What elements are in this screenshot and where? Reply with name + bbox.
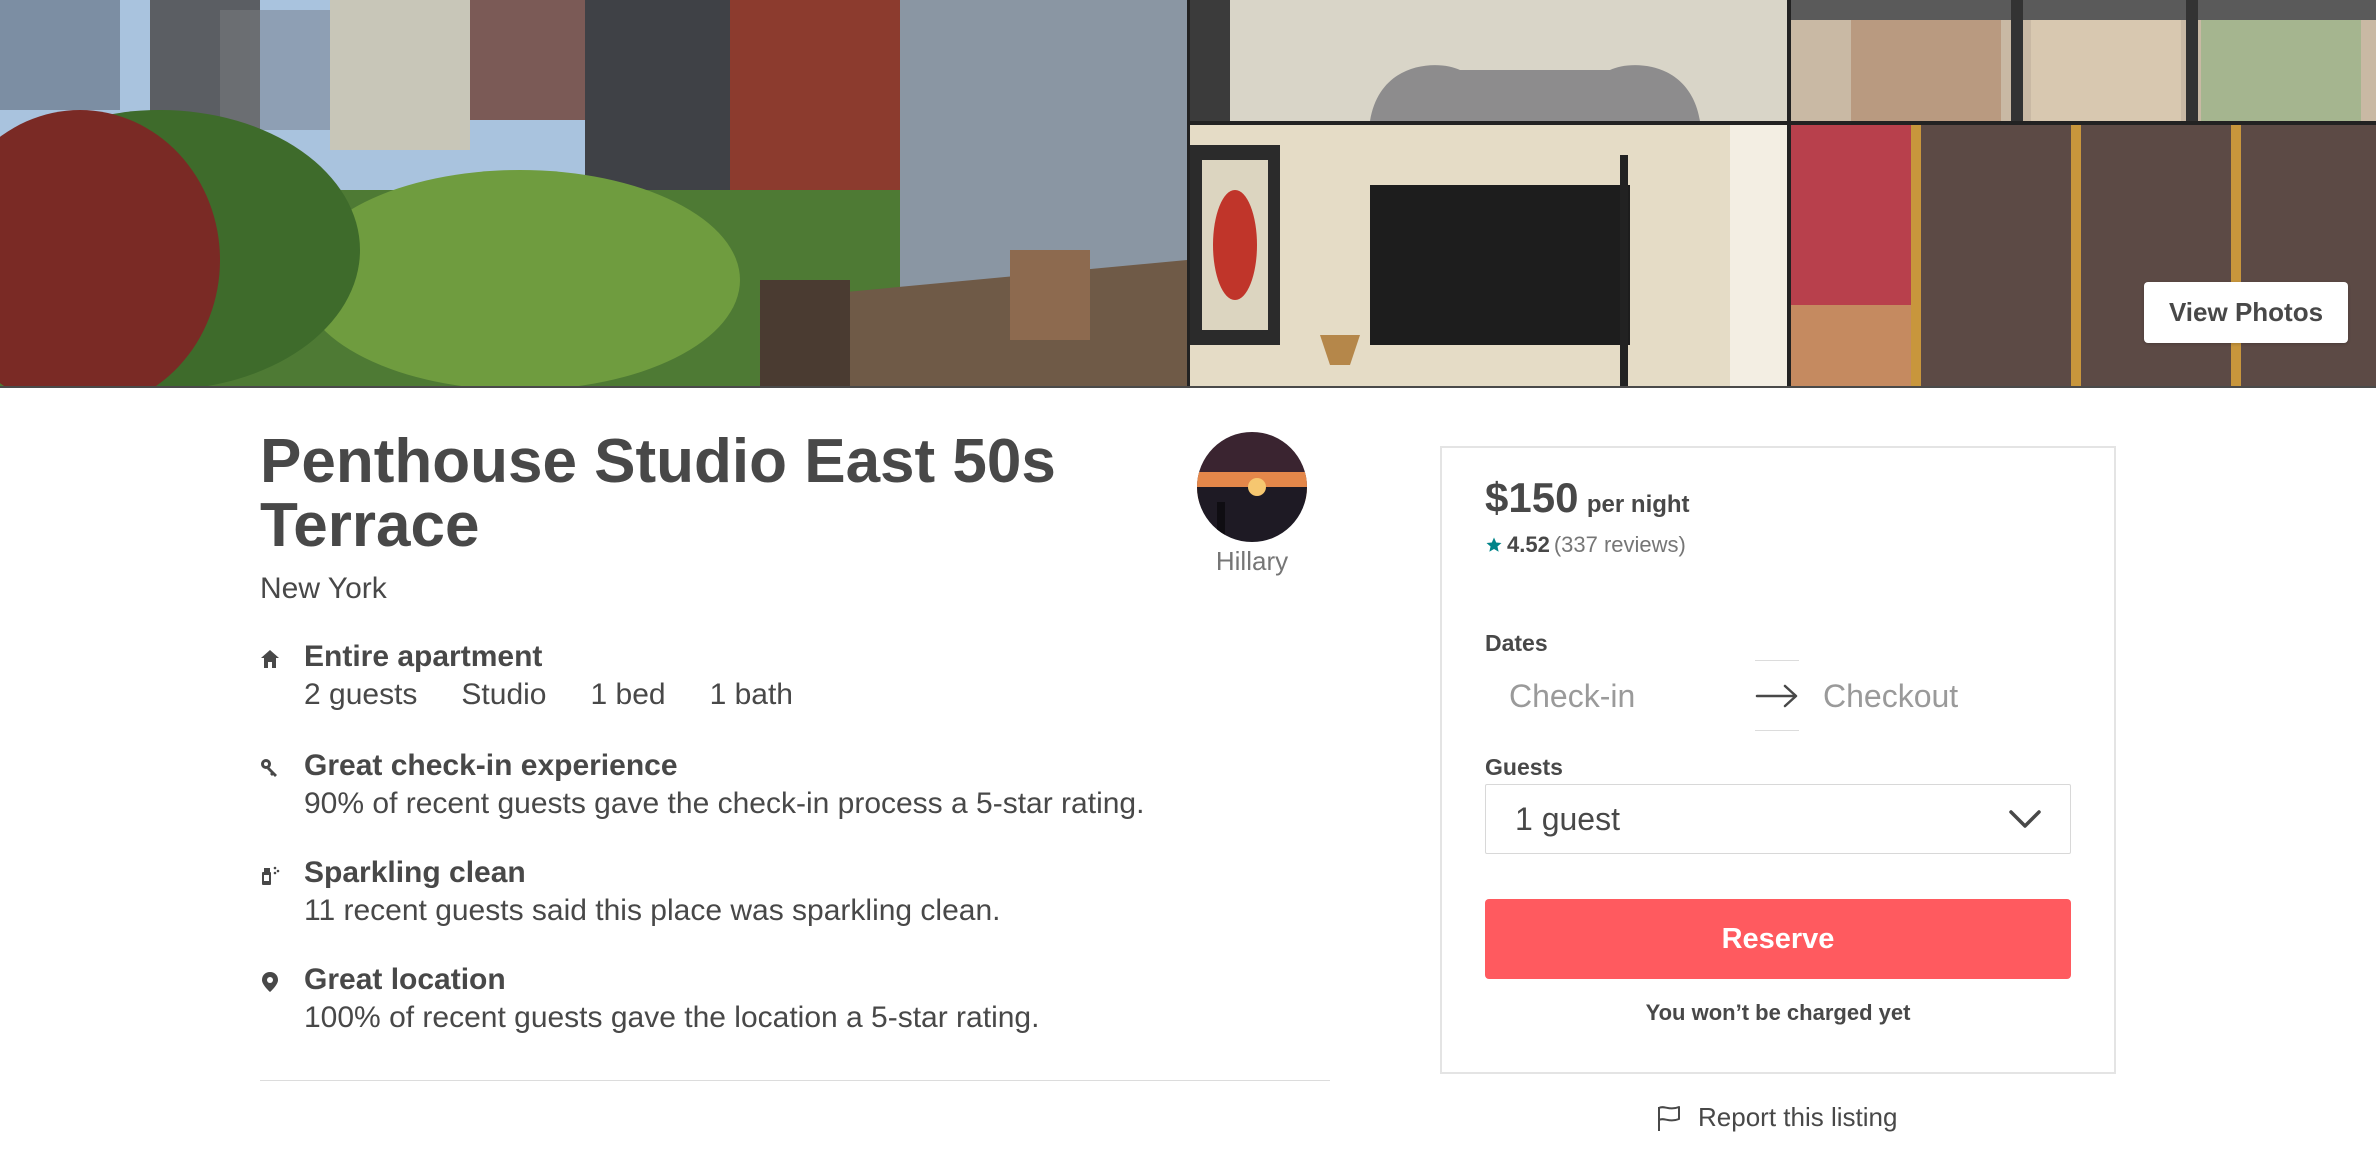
guests-label: Guests	[1485, 754, 1563, 780]
spray-icon	[260, 864, 280, 886]
rating-value: 4.52	[1507, 532, 1550, 557]
photo-tv-wall[interactable]	[1190, 125, 1787, 386]
feature-heading: Great check-in experience	[304, 749, 678, 782]
price-row: $150 per night	[1485, 474, 1690, 522]
feature-description: 90% of recent guests gave the check-in p…	[304, 787, 1145, 820]
date-range-picker	[1485, 660, 2071, 732]
feature-description: 100% of recent guests gave the location …	[304, 1001, 1040, 1034]
spec-beds: 1 bed	[590, 678, 666, 711]
home-icon	[260, 648, 280, 670]
location-pin-icon	[260, 971, 280, 993]
section-divider	[260, 1080, 1330, 1081]
nightly-price: $150	[1485, 474, 1579, 521]
gallery-divider	[0, 386, 2376, 388]
arrow-right-icon	[1755, 684, 1798, 708]
review-count[interactable]: (337 reviews)	[1554, 532, 1686, 558]
flag-icon	[1658, 1105, 1680, 1131]
host-profile[interactable]: Hillary	[1196, 432, 1308, 577]
report-listing-link[interactable]: Report this listing	[1654, 1102, 1897, 1133]
view-photos-button[interactable]: View Photos	[2144, 282, 2348, 343]
date-separator	[1755, 660, 1799, 732]
checkout-input[interactable]	[1823, 668, 2063, 724]
dates-label: Dates	[1485, 630, 1548, 656]
guests-select[interactable]: 1 guest	[1485, 784, 2071, 854]
per-night-label: per night	[1586, 491, 1690, 518]
guests-value: 1 guest	[1515, 801, 1620, 837]
host-name[interactable]: Hillary	[1196, 546, 1308, 577]
photo-headboard[interactable]	[1190, 0, 1787, 121]
reserve-button[interactable]: Reserve	[1485, 899, 2071, 979]
host-avatar[interactable]	[1197, 432, 1307, 542]
no-charge-note: You won’t be charged yet	[1645, 1000, 1911, 1025]
chevron-down-icon	[2009, 810, 2041, 828]
feature-description: 11 recent guests said this place was spa…	[304, 894, 1001, 927]
spec-type: Studio	[461, 678, 547, 711]
photo-gold-screen[interactable]	[1791, 125, 2376, 386]
spec-baths: 1 bath	[709, 678, 793, 711]
spec-guests: 2 guests	[304, 678, 418, 711]
check-in-input[interactable]	[1509, 668, 1729, 724]
key-icon	[260, 757, 280, 779]
star-icon	[1486, 537, 1502, 552]
feature-heading: Sparkling clean	[304, 856, 526, 889]
report-listing-label[interactable]: Report this listing	[1698, 1102, 1897, 1133]
listing-city: New York	[260, 572, 387, 605]
listing-specs: 2 guests Studio 1 bed 1 bath	[304, 678, 837, 712]
booking-card: $150 per night 4.52 (337 reviews) Dates …	[1440, 446, 2116, 1074]
photo-window-view[interactable]	[1791, 0, 2376, 121]
listing-title: Penthouse Studio East 50s Terrace	[260, 427, 1056, 560]
photo-gallery: View Photos	[0, 0, 2376, 388]
feature-heading: Entire apartment	[304, 640, 543, 673]
feature-heading: Great location	[304, 963, 506, 996]
photo-rooftop-terrace[interactable]	[0, 0, 1187, 386]
rating-row[interactable]: 4.52 (337 reviews)	[1485, 532, 1686, 558]
